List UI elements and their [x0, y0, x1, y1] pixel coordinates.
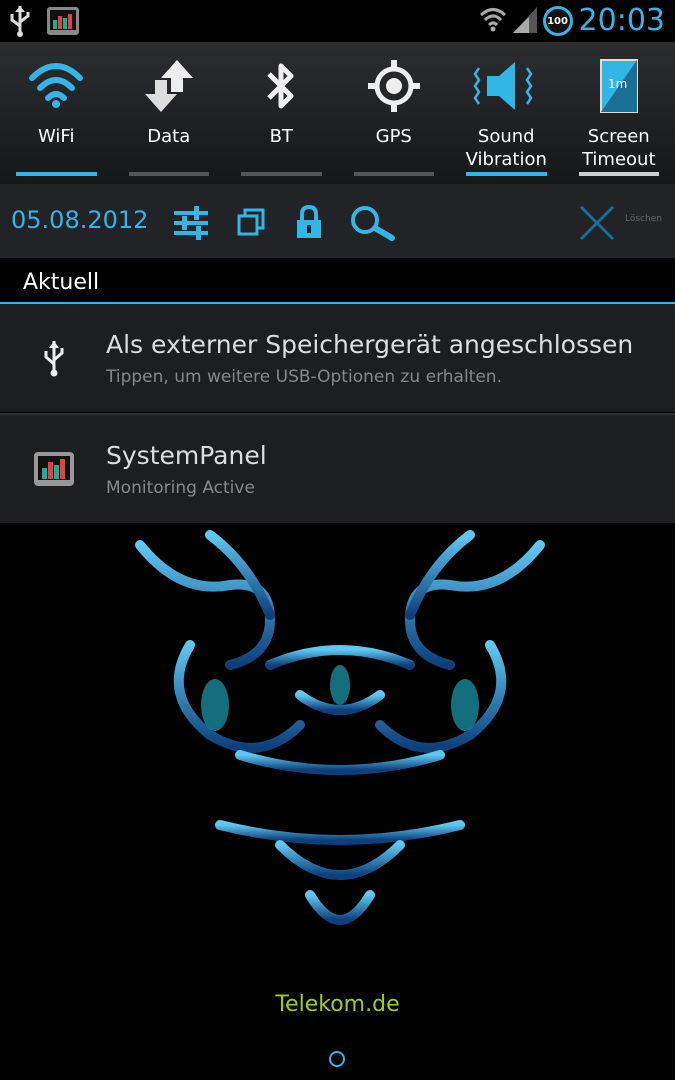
toggle-indicator — [353, 172, 434, 176]
tool-row: 05.08.2012 — [0, 184, 675, 258]
bluetooth-icon — [225, 58, 338, 114]
toggle-indicator — [16, 172, 97, 176]
usb-icon — [6, 4, 34, 42]
systempanel-icon — [46, 6, 80, 40]
screen-timeout-icon: 1m — [563, 58, 675, 114]
clock: 20:03 — [578, 3, 665, 38]
carrier-label: Telekom.de — [275, 992, 400, 1017]
toggle-indicator — [466, 172, 547, 176]
date-label: 05.08.2012 — [11, 206, 149, 234]
toggle-label: GPS — [375, 126, 412, 147]
shade-handle[interactable] — [329, 1051, 345, 1067]
toggle-label: Sound Vibration — [465, 126, 547, 170]
notification-title: SystemPanel — [106, 441, 267, 470]
toggle-bluetooth[interactable]: BT — [225, 42, 338, 184]
toggle-label: Screen Timeout — [581, 126, 656, 170]
toggle-indicator — [128, 172, 209, 176]
notification-subtitle: Tippen, um weitere USB-Optionen zu erhal… — [106, 367, 502, 387]
svg-text:1m: 1m — [608, 77, 627, 91]
notifications-header: Aktuell — [0, 258, 675, 304]
settings-icon[interactable] — [172, 204, 210, 246]
notification-systempanel[interactable]: SystemPanel Monitoring Active — [0, 415, 675, 523]
status-bar: 100 20:03 — [0, 0, 675, 42]
toggle-gps[interactable]: GPS — [338, 42, 451, 184]
notification-usb[interactable]: Als externer Speichergerät angeschlossen… — [0, 304, 675, 412]
wallpaper-tribal-graphic — [135, 530, 545, 970]
toggle-data[interactable]: Data — [113, 42, 226, 184]
notification-title: Als externer Speichergerät angeschlossen — [106, 330, 634, 359]
lock-icon[interactable] — [294, 204, 324, 244]
toggle-label: WiFi — [38, 126, 75, 147]
search-icon[interactable] — [348, 204, 398, 246]
battery-icon: 100 — [542, 6, 573, 36]
toggle-indicator — [241, 172, 322, 176]
clear-all-button[interactable] — [578, 204, 616, 246]
quick-toggles: WiFi Data BT GPS Sound Vibration 1m Scre… — [0, 42, 675, 184]
toggle-screen-timeout[interactable]: 1m Screen Timeout — [563, 42, 675, 184]
wifi-icon — [0, 58, 113, 114]
data-icon — [113, 58, 226, 114]
toggle-wifi[interactable]: WiFi — [0, 42, 113, 184]
clear-all-label: Löschen — [625, 214, 662, 224]
recent-apps-icon[interactable] — [236, 204, 266, 242]
systempanel-icon — [30, 445, 78, 493]
toggle-sound-vibration[interactable]: Sound Vibration — [450, 42, 563, 184]
section-title: Aktuell — [23, 270, 100, 295]
toggle-label: Data — [147, 126, 191, 147]
toggle-label: BT — [269, 126, 293, 147]
gps-icon — [338, 58, 451, 114]
sound-icon — [450, 58, 563, 114]
notification-subtitle: Monitoring Active — [106, 478, 255, 498]
signal-icon — [512, 5, 537, 37]
usb-icon — [30, 334, 78, 382]
toggle-indicator — [578, 172, 659, 176]
wifi-icon — [479, 5, 507, 37]
